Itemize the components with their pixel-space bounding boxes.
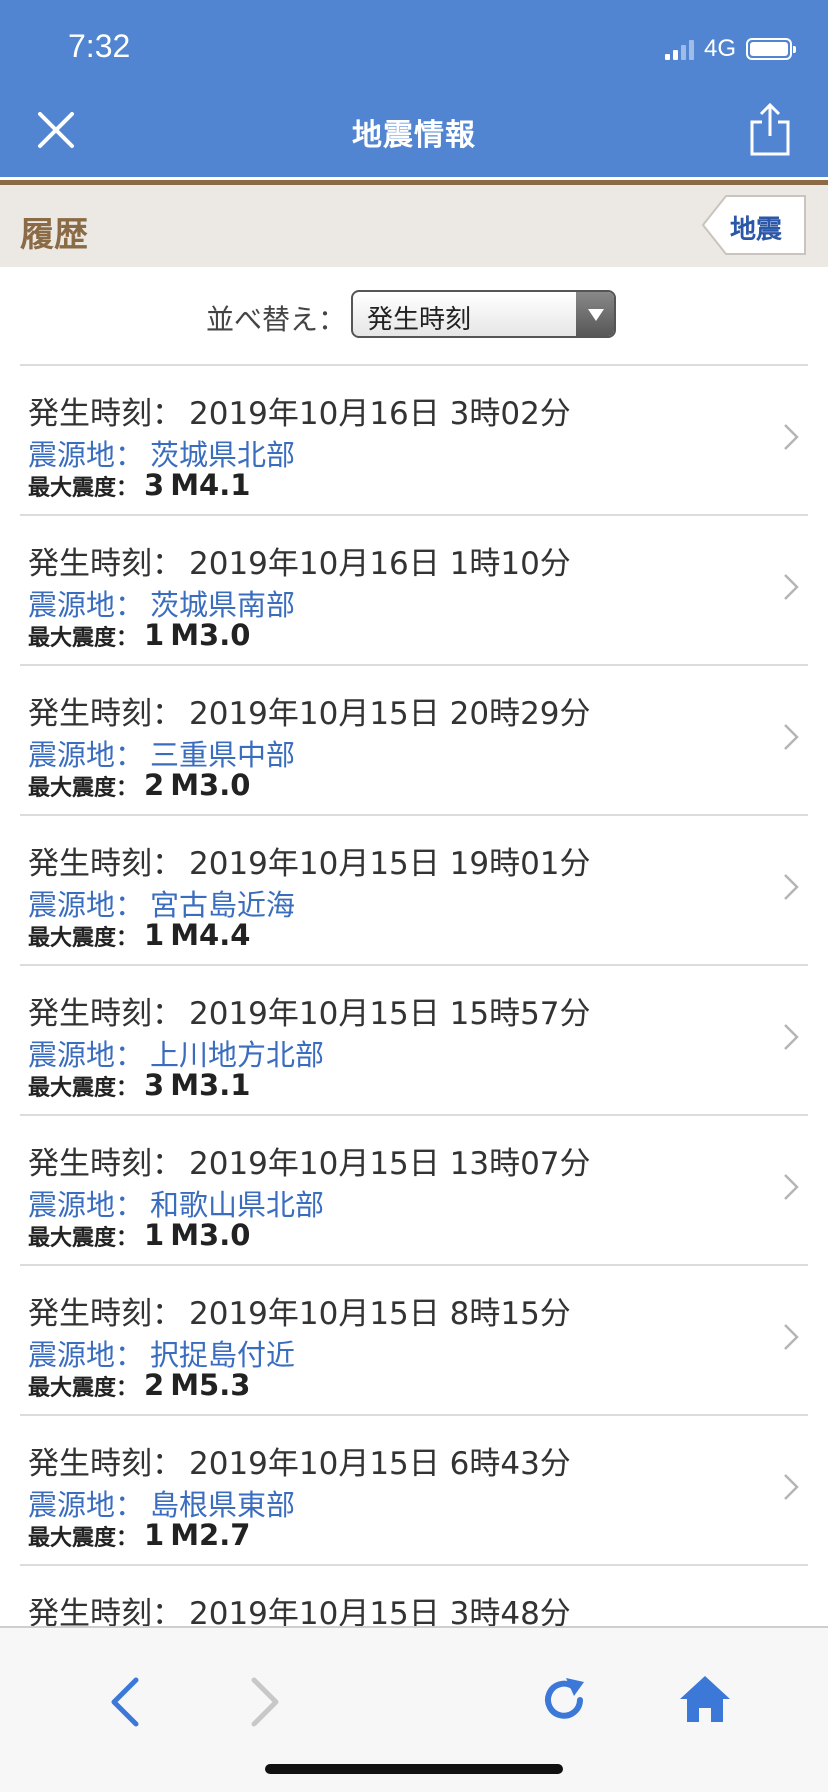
sort-row: 並べ替え： 発生時刻 (0, 290, 828, 340)
status-indicators: 4G (664, 34, 796, 64)
list-item[interactable]: 発生時刻： 2019年10月16日 1時10分 震源地： 茨城県南部 最大震度： 1 M… (20, 516, 808, 666)
history-bar: 履歴 地震 (0, 185, 828, 267)
earthquake-list: 発生時刻： 2019年10月16日 3時02分 震源地： 茨城県北部 最大震度： 3 M… (20, 364, 808, 1716)
chevron-right-icon (784, 424, 799, 450)
back-arrow-icon (111, 1677, 139, 1727)
app-header: 7:32 4G 地震情報 (0, 0, 828, 177)
section-title: 履歴 (20, 215, 88, 255)
occurrence-time: 発生時刻： 2019年10月15日 8時15分 (28, 1296, 571, 1332)
page-title: 地震情報 (352, 118, 476, 153)
home-indicator (265, 1764, 563, 1774)
list-item[interactable]: 発生時刻： 2019年10月15日 20時29分 震源地： 三重県中部 最大震度： 2… (20, 666, 808, 816)
status-time: 7:32 (68, 28, 131, 64)
battery-icon (746, 38, 796, 60)
list-item[interactable]: 発生時刻： 2019年10月16日 3時02分 震源地： 茨城県北部 最大震度： 3 M… (20, 366, 808, 516)
forward-button[interactable] (246, 1676, 286, 1728)
max-intensity: 最大震度： 1 M2.7 (28, 1518, 251, 1552)
share-button[interactable] (748, 102, 792, 158)
list-item[interactable]: 発生時刻： 2019年10月15日 6時43分 震源地： 島根県東部 最大震度： 1 M… (20, 1416, 808, 1566)
list-item[interactable]: 発生時刻： 2019年10月15日 8時15分 震源地： 択捉島付近 最大震度： 2 M… (20, 1266, 808, 1416)
max-intensity: 最大震度： 3 M4.1 (28, 468, 251, 502)
signal-icon (664, 38, 694, 60)
occurrence-time: 発生時刻： 2019年10月16日 1時10分 (28, 546, 571, 582)
share-icon (750, 102, 790, 156)
sort-label: 並べ替え： (206, 303, 347, 336)
list-item[interactable]: 発生時刻： 2019年10月15日 13時07分 震源地： 和歌山県北部 最大震度：… (20, 1116, 808, 1266)
home-button[interactable] (678, 1672, 732, 1726)
max-intensity: 最大震度： 3 M3.1 (28, 1068, 251, 1102)
reload-button[interactable] (538, 1674, 590, 1726)
list-item[interactable]: 発生時刻： 2019年10月15日 19時01分 震源地： 宮古島近海 最大震度： 1… (20, 816, 808, 966)
occurrence-time: 発生時刻： 2019年10月15日 15時57分 (28, 996, 591, 1032)
chevron-down-icon (576, 292, 614, 336)
max-intensity: 最大震度： 2 M3.0 (28, 768, 251, 802)
occurrence-time: 発生時刻： 2019年10月15日 19時01分 (28, 846, 591, 882)
sort-select[interactable]: 発生時刻 (351, 290, 616, 338)
chevron-right-icon (784, 1024, 799, 1050)
chevron-right-icon (784, 574, 799, 600)
network-type: 4G (703, 35, 736, 62)
chevron-right-icon (784, 1324, 799, 1350)
max-intensity: 最大震度： 1 M4.4 (28, 918, 251, 952)
back-button[interactable] (104, 1676, 144, 1728)
max-intensity: 最大震度： 2 M5.3 (28, 1368, 251, 1402)
chevron-right-icon (784, 1174, 799, 1200)
list-item[interactable]: 発生時刻： 2019年10月15日 15時57分 震源地： 上川地方北部 最大震度：… (20, 966, 808, 1116)
chevron-right-icon (784, 724, 799, 750)
chevron-right-icon (784, 1474, 799, 1500)
home-icon (680, 1676, 730, 1722)
sort-selected-value: 発生時刻 (367, 305, 472, 335)
earthquake-tab-label: 地震 (730, 215, 783, 245)
chevron-right-icon (784, 874, 799, 900)
reload-icon (545, 1678, 584, 1719)
occurrence-time: 発生時刻： 2019年10月16日 3時02分 (28, 396, 571, 432)
max-intensity: 最大震度： 1 M3.0 (28, 618, 251, 652)
occurrence-time: 発生時刻： 2019年10月15日 6時43分 (28, 1446, 571, 1482)
occurrence-time: 発生時刻： 2019年10月15日 13時07分 (28, 1146, 591, 1182)
earthquake-tab-button[interactable]: 地震 (702, 195, 806, 255)
occurrence-time: 発生時刻： 2019年10月15日 20時29分 (28, 696, 591, 732)
forward-arrow-icon (251, 1677, 279, 1727)
max-intensity: 最大震度： 1 M3.0 (28, 1218, 251, 1252)
